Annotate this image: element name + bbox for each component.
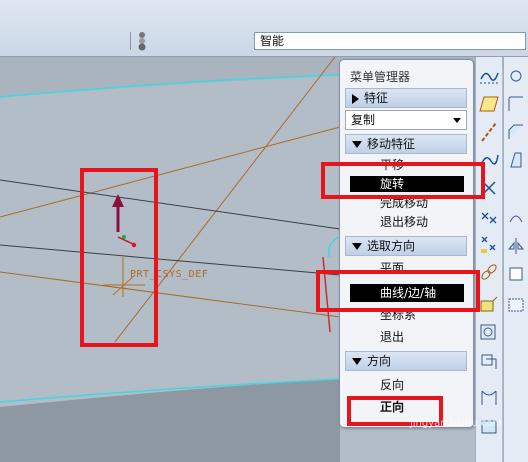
shell-icon[interactable] xyxy=(478,387,500,409)
mirror-icon[interactable] xyxy=(505,235,527,257)
draft-icon[interactable] xyxy=(505,149,527,171)
datum-curve-icon[interactable] xyxy=(478,65,500,87)
chamfer-icon[interactable] xyxy=(505,121,527,143)
snap-icon[interactable] xyxy=(136,30,148,52)
sweep-icon[interactable] xyxy=(478,349,500,371)
menu-item-quit[interactable]: 退出 xyxy=(348,328,465,346)
direction-header[interactable]: 方向 xyxy=(345,351,467,371)
top-toolbar: 智能 xyxy=(0,0,528,57)
feature-toolbar xyxy=(503,57,528,462)
menu-manager-title: 菜单管理器 xyxy=(350,70,411,84)
collapse-icon xyxy=(352,243,362,250)
datum-toolbar xyxy=(475,57,502,462)
expand-icon xyxy=(352,93,359,104)
menu-item-flip[interactable]: 反向 xyxy=(348,376,465,394)
hole-icon[interactable] xyxy=(505,65,527,87)
copy-dropdown[interactable]: 复制 xyxy=(345,110,467,130)
chain-icon[interactable] xyxy=(478,261,500,283)
select-direction-header-label: 选取方向 xyxy=(367,239,416,253)
collapse-icon xyxy=(352,358,362,365)
feature-header-label: 特征 xyxy=(364,91,389,105)
highlight-curve-edge-axis xyxy=(316,270,480,312)
toolbar-separator xyxy=(130,32,131,50)
highlight-rotate xyxy=(321,162,485,199)
datum-plane-icon[interactable] xyxy=(478,93,500,115)
offset-icon[interactable] xyxy=(505,293,527,315)
feature-header[interactable]: 特征 xyxy=(345,88,467,108)
revolve-icon[interactable] xyxy=(478,321,500,343)
dropdown-arrow-icon xyxy=(453,118,461,123)
point-offset-icon[interactable] xyxy=(478,205,500,227)
move-feature-header[interactable]: 移动特征 xyxy=(345,134,467,154)
watermark: jingyan.baidu.com xyxy=(410,418,503,429)
selection-filter-input[interactable]: 智能 xyxy=(254,32,526,50)
select-direction-header[interactable]: 选取方向 xyxy=(345,236,467,256)
datum-points-icon[interactable] xyxy=(478,233,500,255)
collapse-icon xyxy=(352,141,362,148)
highlight-axis-region xyxy=(80,168,158,347)
copy-dropdown-value: 复制 xyxy=(351,113,376,127)
direction-header-label: 方向 xyxy=(367,354,392,368)
trim-icon[interactable] xyxy=(505,263,527,285)
round-icon[interactable] xyxy=(505,93,527,115)
extrude-icon[interactable] xyxy=(478,293,500,315)
datum-axis-icon[interactable] xyxy=(478,121,500,143)
move-feature-header-label: 移动特征 xyxy=(367,137,416,151)
pattern-icon[interactable] xyxy=(505,207,527,229)
menu-manager: 菜单管理器 特征 复制 移动特征 平移 旋转 完成移动 退出移动 选取方向 平面… xyxy=(339,59,474,428)
menu-item-quit-move[interactable]: 退出移动 xyxy=(348,213,465,231)
